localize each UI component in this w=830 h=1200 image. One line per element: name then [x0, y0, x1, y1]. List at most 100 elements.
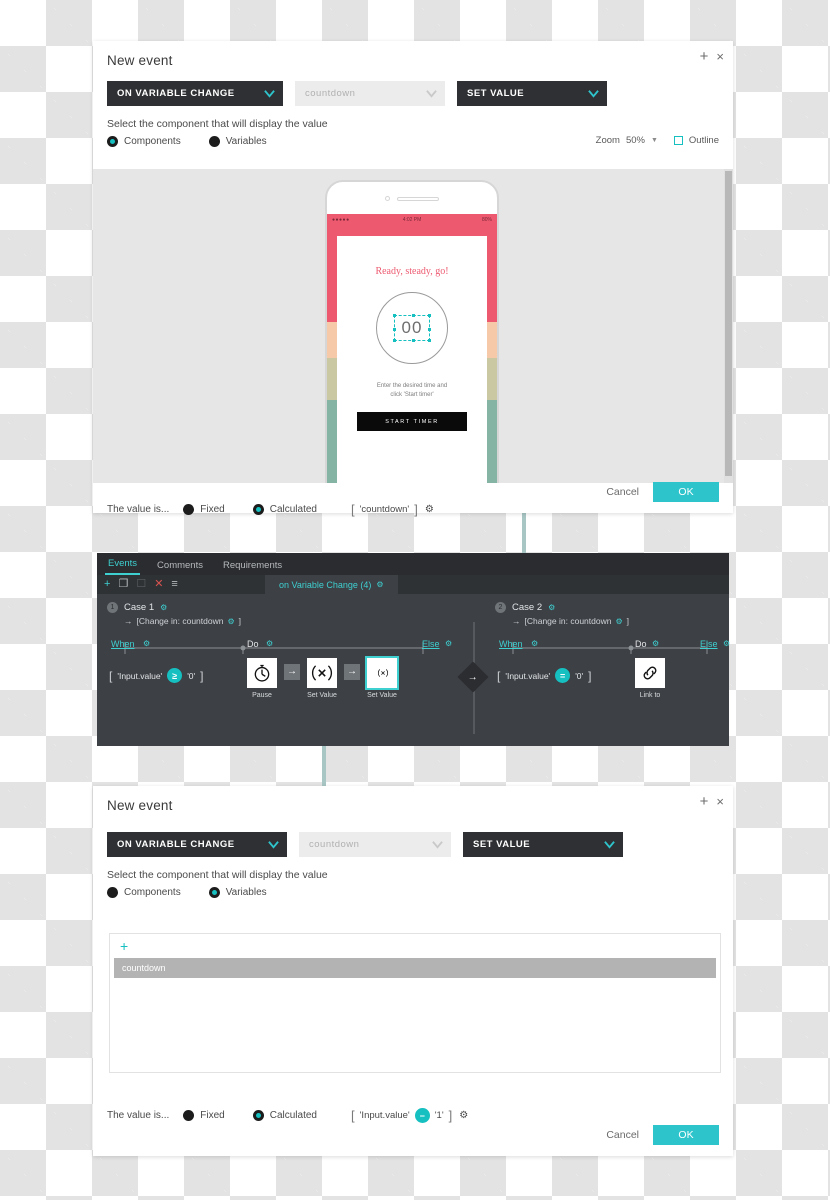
cancel-button[interactable]: Cancel — [606, 486, 639, 498]
radio-components[interactable]: Components — [107, 887, 181, 898]
scrollbar-thumb[interactable] — [725, 171, 732, 476]
radio-variables[interactable]: Variables — [208, 887, 267, 898]
delete-icon[interactable]: ✕ — [154, 579, 163, 590]
cond-operator[interactable]: ≥ — [167, 668, 183, 683]
gear-icon[interactable]: ⚙ — [143, 639, 150, 648]
action-select[interactable]: SET VALUE — [463, 832, 623, 857]
tab-events[interactable]: Events — [105, 558, 141, 575]
subtab-on-variable-change[interactable]: on Variable Change (4) ⚙ — [265, 575, 398, 594]
radio-label-variables: Variables — [225, 136, 267, 147]
formula-operand: 'countdown' — [359, 504, 410, 515]
close-icon[interactable]: × — [716, 795, 724, 808]
hint-text: Enter the desired time and click 'Start … — [337, 382, 487, 400]
gear-icon[interactable]: ⚙ — [160, 603, 167, 612]
handle-bl[interactable] — [392, 339, 396, 342]
duplicate-icon[interactable]: ❐ — [118, 579, 128, 590]
arrow-icon: → — [468, 671, 478, 683]
action-link-to-label: Link to — [639, 692, 661, 699]
handle-mr[interactable] — [428, 328, 432, 331]
paste-icon[interactable]: ☐ — [136, 579, 146, 590]
cond-open-bracket: [ — [109, 668, 113, 683]
trigger-select[interactable]: ON VARIABLE CHANGE — [107, 832, 287, 857]
timer-selection-box[interactable]: 00 — [392, 314, 432, 342]
gear-icon[interactable]: ⚙ — [227, 617, 234, 626]
action-link-to[interactable]: Link to — [635, 658, 665, 699]
close-icon[interactable]: × — [716, 50, 724, 63]
formula-close-bracket: ] — [448, 1108, 453, 1123]
formula-close-bracket: ] — [414, 502, 418, 517]
radio-components[interactable]: Components — [107, 136, 181, 147]
tab-comments[interactable]: Comments — [154, 560, 206, 575]
radio-variables[interactable]: Variables — [208, 136, 267, 147]
gear-icon[interactable]: ⚙ — [376, 580, 383, 589]
radio-dot-calculated — [252, 504, 264, 515]
case-1-change: → [Change in: countdown ⚙ ] — [124, 616, 437, 626]
radio-fixed[interactable]: Fixed — [183, 504, 225, 515]
gear-icon[interactable]: ⚙ — [266, 639, 273, 648]
gear-icon[interactable]: ⚙ — [445, 639, 452, 648]
case-2-change: → [Change in: countdown ⚙ ] — [512, 616, 725, 626]
outline-label: Outline — [688, 135, 719, 146]
zoom-value[interactable]: 50% — [626, 135, 645, 146]
chevron-down-icon — [426, 88, 437, 99]
outline-checkbox[interactable] — [673, 136, 683, 145]
cancel-button[interactable]: Cancel — [606, 1129, 639, 1141]
app-card: Ready, steady, go! 00 Enter the desired … — [337, 236, 487, 483]
start-timer-button[interactable]: START TIMER — [357, 412, 467, 431]
add-variable-button[interactable]: + — [110, 934, 720, 954]
formula-operator[interactable]: − — [414, 1108, 430, 1123]
chevron-down-icon — [264, 88, 275, 99]
handle-tr[interactable] — [428, 314, 432, 317]
else-link[interactable]: Else — [700, 639, 718, 649]
target-select[interactable]: countdown — [299, 832, 451, 857]
when-link[interactable]: When — [499, 639, 523, 649]
action-pause[interactable]: Pause — [247, 658, 277, 699]
add-icon[interactable]: + — [700, 49, 709, 64]
ok-button[interactable]: OK — [653, 482, 719, 502]
radio-calculated[interactable]: Calculated — [252, 504, 317, 515]
phone-speaker-group — [385, 196, 439, 201]
handle-bm[interactable] — [411, 339, 415, 342]
value-formula[interactable]: [ 'countdown' ] — [351, 502, 418, 517]
target-select[interactable]: countdown — [295, 81, 445, 106]
case-2-condition[interactable]: [ 'Input.value' = '0' ] — [497, 668, 592, 683]
action-set-value-2[interactable]: Set Value — [365, 656, 399, 699]
action-set-value-1-label: Set Value — [307, 692, 337, 699]
action-select[interactable]: SET VALUE — [457, 81, 607, 106]
events-body: 1 Case 1 ⚙ → [Change in: countdown ⚙ ] W… — [97, 594, 730, 746]
gear-icon[interactable]: ⚙ — [531, 639, 538, 648]
handle-tm[interactable] — [411, 314, 415, 317]
chevron-down-icon[interactable]: ▼ — [651, 137, 658, 144]
action-set-value-1[interactable]: Set Value — [307, 658, 337, 699]
else-link[interactable]: Else — [422, 639, 440, 649]
color-strip-right-khaki — [487, 358, 497, 400]
case-1-condition[interactable]: [ 'Input.value' ≥ '0' ] — [109, 668, 204, 683]
trigger-select[interactable]: ON VARIABLE CHANGE — [107, 81, 283, 106]
value-formula[interactable]: [ 'Input.value' − '1' ] — [351, 1108, 452, 1123]
list-icon[interactable]: ≡ — [171, 579, 177, 590]
canvas-scrollbar[interactable] — [724, 169, 733, 483]
value-row: The value is... Fixed Calculated [ 'coun… — [93, 488, 448, 517]
events-panel: Events Comments Requirements + ❐ ☐ ✕ ≡ o… — [97, 553, 730, 746]
gear-icon[interactable]: ⚙ — [723, 639, 730, 648]
handle-br[interactable] — [428, 339, 432, 342]
formula-right-operand: '1' — [434, 1110, 444, 1121]
handle-ml[interactable] — [392, 328, 396, 331]
gear-icon[interactable]: ⚙ — [615, 617, 622, 626]
gear-icon[interactable]: ⚙ — [548, 603, 555, 612]
radio-calculated[interactable]: Calculated — [252, 1110, 317, 1121]
list-item[interactable]: countdown — [114, 958, 716, 978]
when-link[interactable]: When — [111, 639, 135, 649]
gear-icon[interactable]: ⚙ — [459, 1110, 468, 1121]
tab-requirements[interactable]: Requirements — [220, 560, 285, 575]
add-icon[interactable]: + — [104, 579, 110, 590]
gear-icon[interactable]: ⚙ — [652, 639, 659, 648]
preview-canvas[interactable]: ●●●●● 4:02 PM 80% Ready, steady, go! 00 … — [93, 169, 733, 483]
radio-fixed[interactable]: Fixed — [183, 1110, 225, 1121]
handle-tl[interactable] — [392, 314, 396, 317]
ok-button[interactable]: OK — [653, 1125, 719, 1145]
cond-operator[interactable]: = — [555, 668, 571, 683]
case-2-name: Case 2 — [512, 602, 543, 613]
add-icon[interactable]: + — [700, 794, 709, 809]
gear-icon[interactable]: ⚙ — [425, 504, 434, 515]
